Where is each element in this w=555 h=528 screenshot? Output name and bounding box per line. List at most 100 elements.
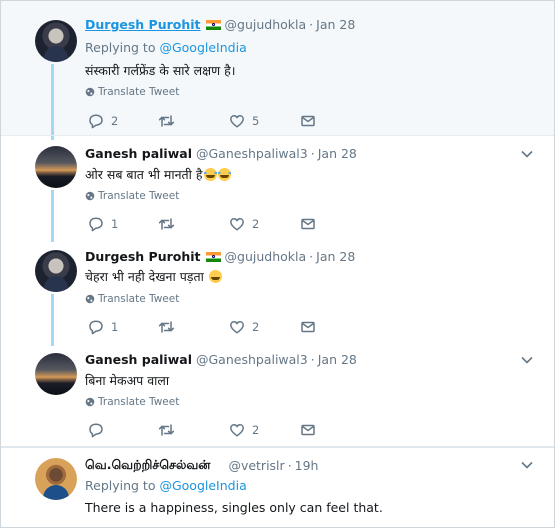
heart-icon — [230, 218, 244, 231]
author-name[interactable]: Durgesh Purohit — [85, 249, 201, 264]
separator-dot: · — [309, 17, 314, 32]
translate-label: Translate Tweet — [98, 86, 180, 98]
translate-label: Translate Tweet — [98, 293, 180, 305]
like-button[interactable]: 5 — [229, 113, 259, 129]
direct-message-button[interactable] — [300, 216, 316, 232]
heart-icon — [230, 424, 244, 437]
reply-icon — [89, 423, 103, 438]
tweet-text: There is a happiness, singles only can f… — [85, 500, 383, 515]
direct-message-button[interactable] — [300, 113, 316, 129]
tweet-header: வெ.வெற்றிச்செல்வன் @vetrislr · 19h — [85, 457, 318, 474]
avatar[interactable] — [35, 146, 77, 188]
avatar[interactable] — [35, 353, 77, 395]
translate-tweet-link[interactable]: Translate Tweet — [85, 190, 179, 202]
replying-to: Replying to @GoogleIndia — [85, 40, 247, 55]
smile-emoji-icon — [208, 270, 222, 283]
separator-dot: · — [287, 458, 292, 473]
tweet-header: Ganesh paliwal @Ganeshpaliwal3 · Jan 28 — [85, 352, 357, 367]
like-count: 5 — [252, 114, 260, 128]
retweet-icon — [158, 115, 175, 127]
reply-button[interactable]: 2 — [88, 113, 118, 129]
heart-icon — [230, 321, 244, 334]
translate-tweet-link[interactable]: Translate Tweet — [85, 86, 179, 98]
translate-tweet-link[interactable]: Translate Tweet — [85, 293, 179, 305]
thread-line — [51, 64, 54, 140]
like-count: 2 — [252, 320, 260, 334]
like-button[interactable]: 2 — [229, 216, 259, 232]
like-count: 2 — [252, 423, 260, 437]
avatar[interactable] — [35, 458, 77, 500]
reply-icon — [89, 320, 103, 335]
translate-tweet-link[interactable]: Translate Tweet — [85, 396, 179, 408]
envelope-icon — [301, 115, 315, 127]
timestamp[interactable]: Jan 28 — [316, 17, 355, 32]
author-handle[interactable]: @gujudhokla — [225, 249, 307, 264]
reply-icon — [89, 114, 103, 129]
retweet-button[interactable] — [158, 319, 182, 335]
tweet-header: Durgesh Purohit @gujudhokla · Jan 28 — [85, 249, 355, 264]
translate-label: Translate Tweet — [98, 396, 180, 408]
author-handle[interactable]: @Ganeshpaliwal3 — [196, 352, 308, 367]
globe-icon — [85, 294, 95, 304]
like-button[interactable]: 2 — [229, 422, 259, 438]
tweet-actions: 2 5 — [88, 113, 328, 129]
replying-label: Replying to — [85, 40, 156, 55]
separator-dot: · — [309, 249, 314, 264]
author-name[interactable]: Ganesh paliwal — [85, 146, 192, 161]
timestamp[interactable]: Jan 28 — [318, 352, 357, 367]
retweet-button[interactable] — [158, 216, 182, 232]
tweet-text: ओर सब बात भी मानती है — [85, 166, 231, 183]
author-name[interactable]: Durgesh Purohit — [85, 17, 201, 32]
retweet-icon — [158, 218, 175, 230]
retweet-icon — [158, 321, 175, 333]
replying-mention[interactable]: @GoogleIndia — [159, 478, 246, 493]
timestamp[interactable]: Jan 28 — [316, 249, 355, 264]
india-flag-icon — [205, 251, 221, 262]
timestamp[interactable]: Jan 28 — [318, 146, 357, 161]
reply-button[interactable]: 1 — [88, 216, 118, 232]
reply-count: 1 — [111, 217, 119, 231]
replying-label: Replying to — [85, 478, 156, 493]
tweet-header: Durgesh Purohit @gujudhokla · Jan 28 — [85, 17, 355, 32]
tweet-text: चेहरा भी नही देखना पड़ता — [85, 268, 222, 285]
chevron-down-icon[interactable] — [521, 150, 533, 158]
like-button[interactable]: 2 — [229, 319, 259, 335]
avatar[interactable] — [35, 250, 77, 292]
thread-line — [51, 190, 54, 242]
tweet-header: Ganesh paliwal @Ganeshpaliwal3 · Jan 28 — [85, 146, 357, 161]
reply-icon — [89, 217, 103, 232]
retweet-button[interactable] — [158, 422, 182, 438]
envelope-icon — [301, 424, 315, 436]
avatar[interactable] — [35, 20, 77, 62]
direct-message-button[interactable] — [300, 422, 316, 438]
tweet-actions: 1 2 — [88, 319, 328, 335]
separator-dot: · — [310, 146, 315, 161]
retweet-button[interactable] — [158, 113, 182, 129]
tweet-actions: 1 2 — [88, 216, 328, 232]
author-handle[interactable]: @vetrislr — [228, 458, 284, 473]
author-name[interactable]: வெ.வெற்றிச்செல்வன் — [85, 457, 210, 474]
tweet-actions: 2 — [88, 422, 328, 438]
globe-icon — [85, 191, 95, 201]
globe-icon — [85, 397, 95, 407]
author-name[interactable]: Ganesh paliwal — [85, 352, 192, 367]
tweet-text: बिना मेकअप वाला — [85, 373, 170, 388]
reply-button[interactable]: 1 — [88, 319, 118, 335]
author-handle[interactable]: @gujudhokla — [225, 17, 307, 32]
author-handle[interactable]: @Ganeshpaliwal3 — [196, 146, 308, 161]
timestamp[interactable]: 19h — [295, 458, 319, 473]
retweet-icon — [158, 424, 175, 436]
reply-count: 2 — [111, 114, 119, 128]
laughing-emoji-icon — [217, 168, 231, 181]
reply-button[interactable] — [88, 422, 111, 438]
chevron-down-icon[interactable] — [521, 356, 533, 364]
like-count: 2 — [252, 217, 260, 231]
direct-message-button[interactable] — [300, 319, 316, 335]
chevron-down-icon[interactable] — [521, 461, 533, 469]
tweet-text-content: चेहरा भी नही देखना पड़ता — [85, 269, 204, 284]
laughing-emoji-icon — [203, 168, 217, 181]
reply-count: 1 — [111, 320, 119, 334]
india-flag-icon — [205, 19, 221, 30]
globe-icon — [85, 87, 95, 97]
replying-mention[interactable]: @GoogleIndia — [159, 40, 246, 55]
